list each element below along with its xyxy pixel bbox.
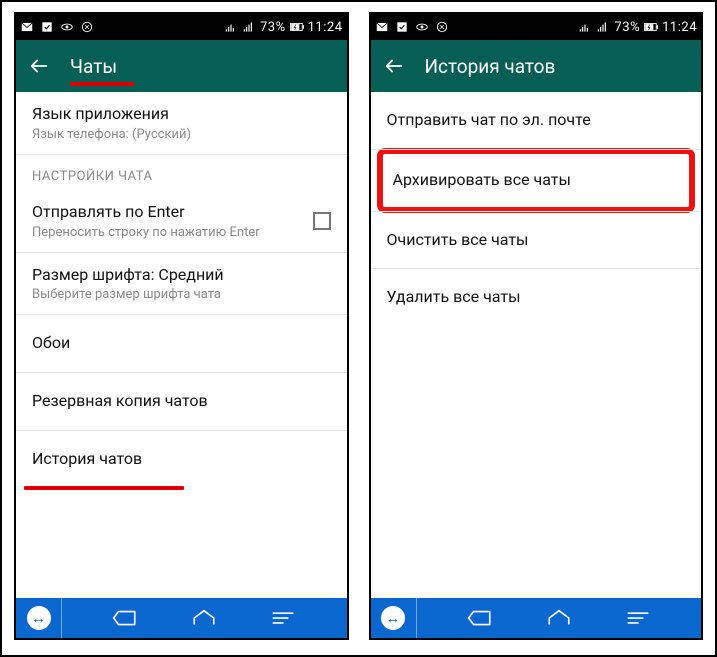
row-delete-all[interactable]: Удалить все чаты [371, 269, 702, 326]
annotation-underline [70, 82, 134, 86]
row-email-chat[interactable]: Отправить чат по эл. почте [371, 92, 702, 150]
row-title: История чатов [32, 449, 331, 470]
header-title: История чатов [425, 55, 556, 78]
row-chat-history[interactable]: История чатов [16, 431, 347, 488]
history-list: Отправить чат по эл. почте Архивировать … [371, 92, 702, 598]
phone-screen-chats: 73% 11:24 Чаты Язык приложения Язык теле… [14, 12, 349, 640]
nav-bar: ↔ [16, 598, 347, 638]
row-subtitle: Язык телефона: (Русский) [32, 127, 331, 142]
settings-list: Язык приложения Язык телефона: (Русский)… [16, 92, 347, 598]
teamviewer-button[interactable]: ↔ [16, 598, 62, 638]
sync-icon [435, 20, 449, 34]
annotation-underline [24, 486, 184, 490]
app-header: Чаты [16, 40, 347, 92]
signal-icon-2 [596, 20, 610, 34]
row-font-size[interactable]: Размер шрифта: Средний Выберите размер ш… [16, 253, 347, 316]
row-subtitle: Выберите размер шрифта чата [32, 287, 331, 302]
section-label: НАСТРОЙКИ ЧАТА [16, 155, 347, 190]
row-subtitle: Переносить строку по нажатию Enter [32, 225, 331, 240]
nav-recents-button[interactable] [267, 602, 299, 634]
clock: 11:24 [662, 20, 697, 35]
battery-percent: 73% [614, 20, 640, 35]
header-title: Чаты [70, 55, 117, 78]
row-clear-all[interactable]: Очистить все чаты [371, 211, 702, 270]
battery-icon [290, 20, 304, 34]
nav-recents-button[interactable] [622, 602, 654, 634]
row-title: Очистить все чаты [387, 230, 686, 251]
battery-icon [644, 20, 658, 34]
sync-icon [80, 20, 94, 34]
back-arrow-icon[interactable] [383, 55, 405, 77]
signal-icon-1 [578, 20, 592, 34]
notif-icon-2 [40, 20, 54, 34]
app-header: История чатов [371, 40, 702, 92]
row-send-on-enter[interactable]: Отправлять по Enter Переносить строку по… [16, 190, 347, 253]
eye-icon [415, 20, 429, 34]
eye-icon [60, 20, 74, 34]
row-archive-all-highlighted[interactable]: Архивировать все чаты [377, 148, 696, 213]
row-title: Язык приложения [32, 104, 331, 125]
signal-icon-2 [242, 20, 256, 34]
checkbox[interactable] [313, 212, 331, 230]
signal-icon-1 [224, 20, 238, 34]
back-arrow-icon[interactable] [28, 55, 50, 77]
row-title: Отправлять по Enter [32, 202, 331, 223]
status-bar: 73% 11:24 [371, 14, 702, 40]
row-backup[interactable]: Резервная копия чатов [16, 373, 347, 431]
nav-home-button[interactable] [543, 602, 575, 634]
nav-back-button[interactable] [109, 602, 141, 634]
nav-bar: ↔ [371, 598, 702, 638]
row-title: Размер шрифта: Средний [32, 265, 331, 286]
row-wallpaper[interactable]: Обои [16, 315, 347, 373]
nav-home-button[interactable] [188, 602, 220, 634]
notif-icon [375, 20, 389, 34]
clock: 11:24 [308, 20, 343, 35]
teamviewer-button[interactable]: ↔ [371, 598, 417, 638]
phone-screen-history: 73% 11:24 История чатов Отправить чат по… [369, 12, 704, 640]
row-title: Удалить все чаты [387, 287, 686, 308]
status-bar: 73% 11:24 [16, 14, 347, 40]
notif-icon [20, 20, 34, 34]
battery-percent: 73% [260, 20, 286, 35]
nav-back-button[interactable] [464, 602, 496, 634]
notif-icon-2 [395, 20, 409, 34]
row-title: Обои [32, 333, 331, 354]
row-title: Отправить чат по эл. почте [387, 110, 686, 131]
row-title: Резервная копия чатов [32, 391, 331, 412]
row-app-language[interactable]: Язык приложения Язык телефона: (Русский) [16, 92, 347, 155]
row-title: Архивировать все чаты [393, 170, 680, 191]
